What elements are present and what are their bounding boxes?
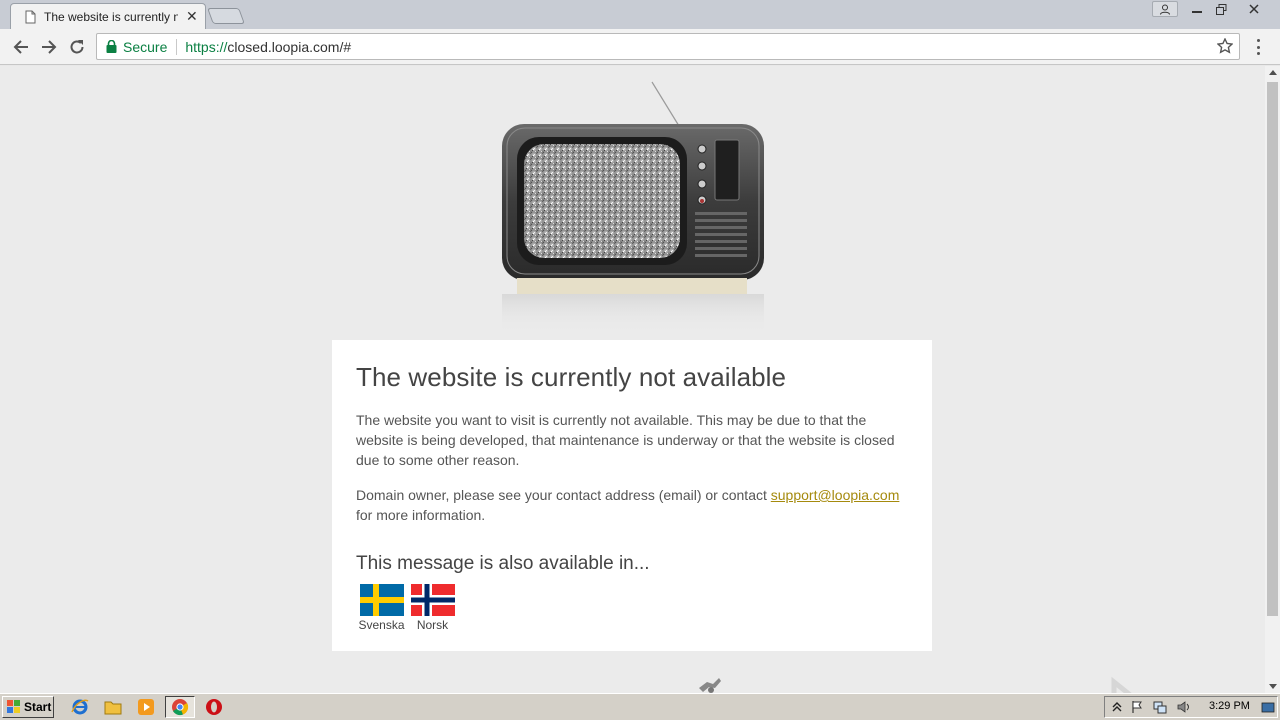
language-list: Svenska Norsk <box>356 584 908 632</box>
browser-menu-icon[interactable] <box>1252 39 1264 55</box>
scroll-up-arrow-icon[interactable] <box>1269 70 1277 75</box>
show-desktop-icon[interactable] <box>1261 700 1275 714</box>
contact-text: Domain owner, please see your contact ad… <box>356 487 771 503</box>
omnibox-divider <box>176 38 178 55</box>
scroll-thumb[interactable] <box>1267 82 1278 616</box>
action-center-flag-icon[interactable] <box>1130 700 1144 714</box>
address-bar[interactable]: Secure https://closed.loopia.com/# <box>96 33 1240 60</box>
chrome-icon[interactable] <box>165 696 195 718</box>
language-svenska[interactable]: Svenska <box>356 584 407 632</box>
language-label[interactable]: Svenska <box>358 618 404 632</box>
new-tab-button[interactable] <box>207 8 245 24</box>
contact-text-end: for more information. <box>356 507 486 523</box>
language-label[interactable]: Norsk <box>417 618 448 632</box>
contact-paragraph: Domain owner, please see your contact ad… <box>356 485 908 525</box>
loopia-mascot-icon <box>699 678 721 693</box>
close-tab-icon[interactable]: ✕ <box>186 8 198 25</box>
user-profile-icon[interactable] <box>1152 1 1178 17</box>
language-norsk[interactable]: Norsk <box>407 584 458 632</box>
support-email-link[interactable]: support@loopia.com <box>771 487 900 503</box>
close-window-icon[interactable] <box>1232 0 1276 18</box>
watermark-text-right: RUN <box>1150 685 1234 693</box>
network-icon[interactable] <box>1153 700 1167 714</box>
lock-icon <box>106 40 117 53</box>
back-arrow-icon[interactable] <box>11 37 31 57</box>
norway-flag-icon[interactable] <box>410 584 455 616</box>
show-hidden-icons-icon[interactable] <box>1110 700 1124 714</box>
windows-logo-icon <box>7 700 20 713</box>
browser-tab[interactable]: The website is currently not ✕ <box>10 3 206 29</box>
volume-icon[interactable] <box>1177 700 1191 714</box>
opera-icon[interactable] <box>204 698 224 716</box>
taskbar-clock[interactable]: 3:29 PM <box>1209 700 1250 712</box>
tab-title: The website is currently not <box>44 9 178 24</box>
page-title: The website is currently not available <box>356 362 787 392</box>
url-text[interactable]: https://closed.loopia.com/# <box>185 39 351 55</box>
reload-icon[interactable] <box>67 37 87 57</box>
anyrun-watermark: ANY RUN <box>1038 676 1234 693</box>
forward-arrow-icon[interactable] <box>39 37 59 57</box>
system-tray: 3:29 PM <box>1104 696 1278 718</box>
secure-label: Secure <box>123 38 168 55</box>
taskbar: Start 3:29 PM <box>0 693 1280 720</box>
start-label: Start <box>24 700 52 714</box>
file-explorer-icon[interactable] <box>103 698 123 716</box>
media-player-icon[interactable] <box>136 698 156 716</box>
sweden-flag-icon[interactable] <box>359 584 404 616</box>
page-viewport: The website is currently not available T… <box>0 66 1265 693</box>
unavailable-description: The website you want to visit is current… <box>356 412 895 468</box>
bookmark-star-icon[interactable] <box>1217 38 1233 54</box>
page-icon <box>25 10 36 23</box>
tab-strip: The website is currently not ✕ <box>0 0 1280 29</box>
restore-icon[interactable] <box>1207 0 1235 18</box>
retro-tv-illustration <box>502 81 764 334</box>
start-button[interactable]: Start <box>2 696 54 718</box>
internet-explorer-icon[interactable] <box>70 698 90 716</box>
url-scheme: https:// <box>185 38 228 55</box>
browser-toolbar: Secure https://closed.loopia.com/# <box>0 29 1280 65</box>
languages-heading: This message is also available in... <box>356 553 650 574</box>
vertical-scrollbar[interactable] <box>1265 66 1280 693</box>
url-host: closed.loopia.com/# <box>227 38 352 55</box>
scroll-down-arrow-icon[interactable] <box>1269 684 1277 689</box>
notice-card: The website is currently not available T… <box>332 340 932 651</box>
